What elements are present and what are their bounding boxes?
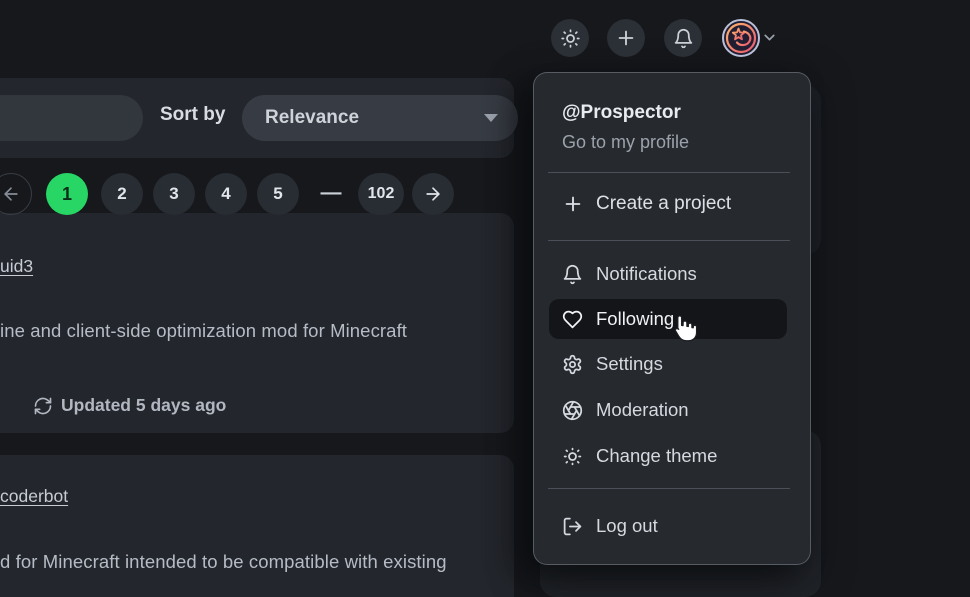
heart-icon bbox=[562, 309, 583, 330]
menu-item-settings[interactable]: Settings bbox=[549, 344, 787, 384]
aperture-icon bbox=[562, 400, 583, 421]
result-updated-text: Updated 5 days ago bbox=[61, 395, 226, 416]
search-input[interactable] bbox=[0, 95, 143, 141]
menu-item-moderation[interactable]: Moderation bbox=[549, 390, 787, 430]
result-description: d for Minecraft intended to be compatibl… bbox=[0, 551, 447, 573]
pagination-page-last[interactable]: 102 bbox=[358, 173, 404, 215]
menu-item-label: Change theme bbox=[596, 445, 717, 467]
logout-icon bbox=[562, 516, 583, 537]
theme-button[interactable] bbox=[551, 19, 589, 57]
pagination-prev-button[interactable] bbox=[0, 173, 32, 215]
menu-item-label: Create a project bbox=[596, 193, 731, 215]
user-menu-username[interactable]: @Prospector bbox=[562, 102, 681, 124]
menu-item-logout[interactable]: Log out bbox=[549, 506, 787, 546]
menu-item-label: Notifications bbox=[596, 263, 697, 285]
bell-icon bbox=[562, 264, 583, 285]
pagination-page-1[interactable]: 1 bbox=[46, 173, 88, 215]
result-author-link[interactable]: uid3 bbox=[0, 256, 33, 277]
avatar-chevron-button[interactable] bbox=[761, 29, 778, 51]
user-menu-dropdown: @Prospector Go to my profile Create a pr… bbox=[533, 72, 811, 565]
result-author-link[interactable]: coderbot bbox=[0, 486, 68, 507]
caret-down-icon bbox=[484, 114, 498, 122]
divider bbox=[548, 488, 790, 489]
arrow-left-icon bbox=[1, 184, 21, 204]
search-result-card bbox=[0, 455, 514, 597]
create-button[interactable] bbox=[607, 19, 645, 57]
avatar-image bbox=[722, 19, 760, 57]
menu-item-change-theme[interactable]: Change theme bbox=[549, 436, 787, 476]
menu-item-notifications[interactable]: Notifications bbox=[549, 254, 787, 294]
user-avatar[interactable] bbox=[722, 19, 760, 57]
plus-icon bbox=[615, 27, 637, 49]
divider bbox=[548, 240, 790, 241]
arrow-right-icon bbox=[423, 184, 443, 204]
screen: Sort by Relevance 1 2 3 4 5 — 102 uid3 i… bbox=[0, 0, 970, 597]
pagination-page-2[interactable]: 2 bbox=[101, 173, 143, 215]
menu-item-label: Moderation bbox=[596, 399, 689, 421]
bell-icon bbox=[673, 28, 694, 49]
menu-item-create-project[interactable]: Create a project bbox=[562, 193, 731, 215]
sort-select[interactable]: Relevance bbox=[242, 95, 518, 141]
gear-icon bbox=[562, 354, 583, 375]
pagination-next-button[interactable] bbox=[412, 173, 454, 215]
result-updated: Updated 5 days ago bbox=[33, 395, 226, 416]
pagination-page-4[interactable]: 4 bbox=[205, 173, 247, 215]
notifications-button[interactable] bbox=[664, 19, 702, 57]
plus-icon bbox=[562, 193, 584, 215]
menu-item-following[interactable]: Following bbox=[549, 299, 787, 339]
menu-item-label: Settings bbox=[596, 353, 663, 375]
divider bbox=[548, 172, 790, 173]
pagination-page-3[interactable]: 3 bbox=[153, 173, 195, 215]
sort-by-label: Sort by bbox=[160, 104, 225, 126]
result-description: ine and client-side optimization mod for… bbox=[0, 320, 407, 342]
menu-item-label: Log out bbox=[596, 515, 658, 537]
sun-icon bbox=[562, 446, 583, 467]
sun-icon bbox=[560, 28, 581, 49]
chevron-down-icon bbox=[761, 29, 778, 46]
refresh-icon bbox=[33, 396, 53, 416]
pagination-page-5[interactable]: 5 bbox=[257, 173, 299, 215]
sort-select-value: Relevance bbox=[265, 107, 359, 129]
user-menu-go-to-profile[interactable]: Go to my profile bbox=[562, 132, 689, 153]
menu-item-label: Following bbox=[596, 308, 674, 330]
pagination-ellipsis: — bbox=[312, 173, 350, 215]
